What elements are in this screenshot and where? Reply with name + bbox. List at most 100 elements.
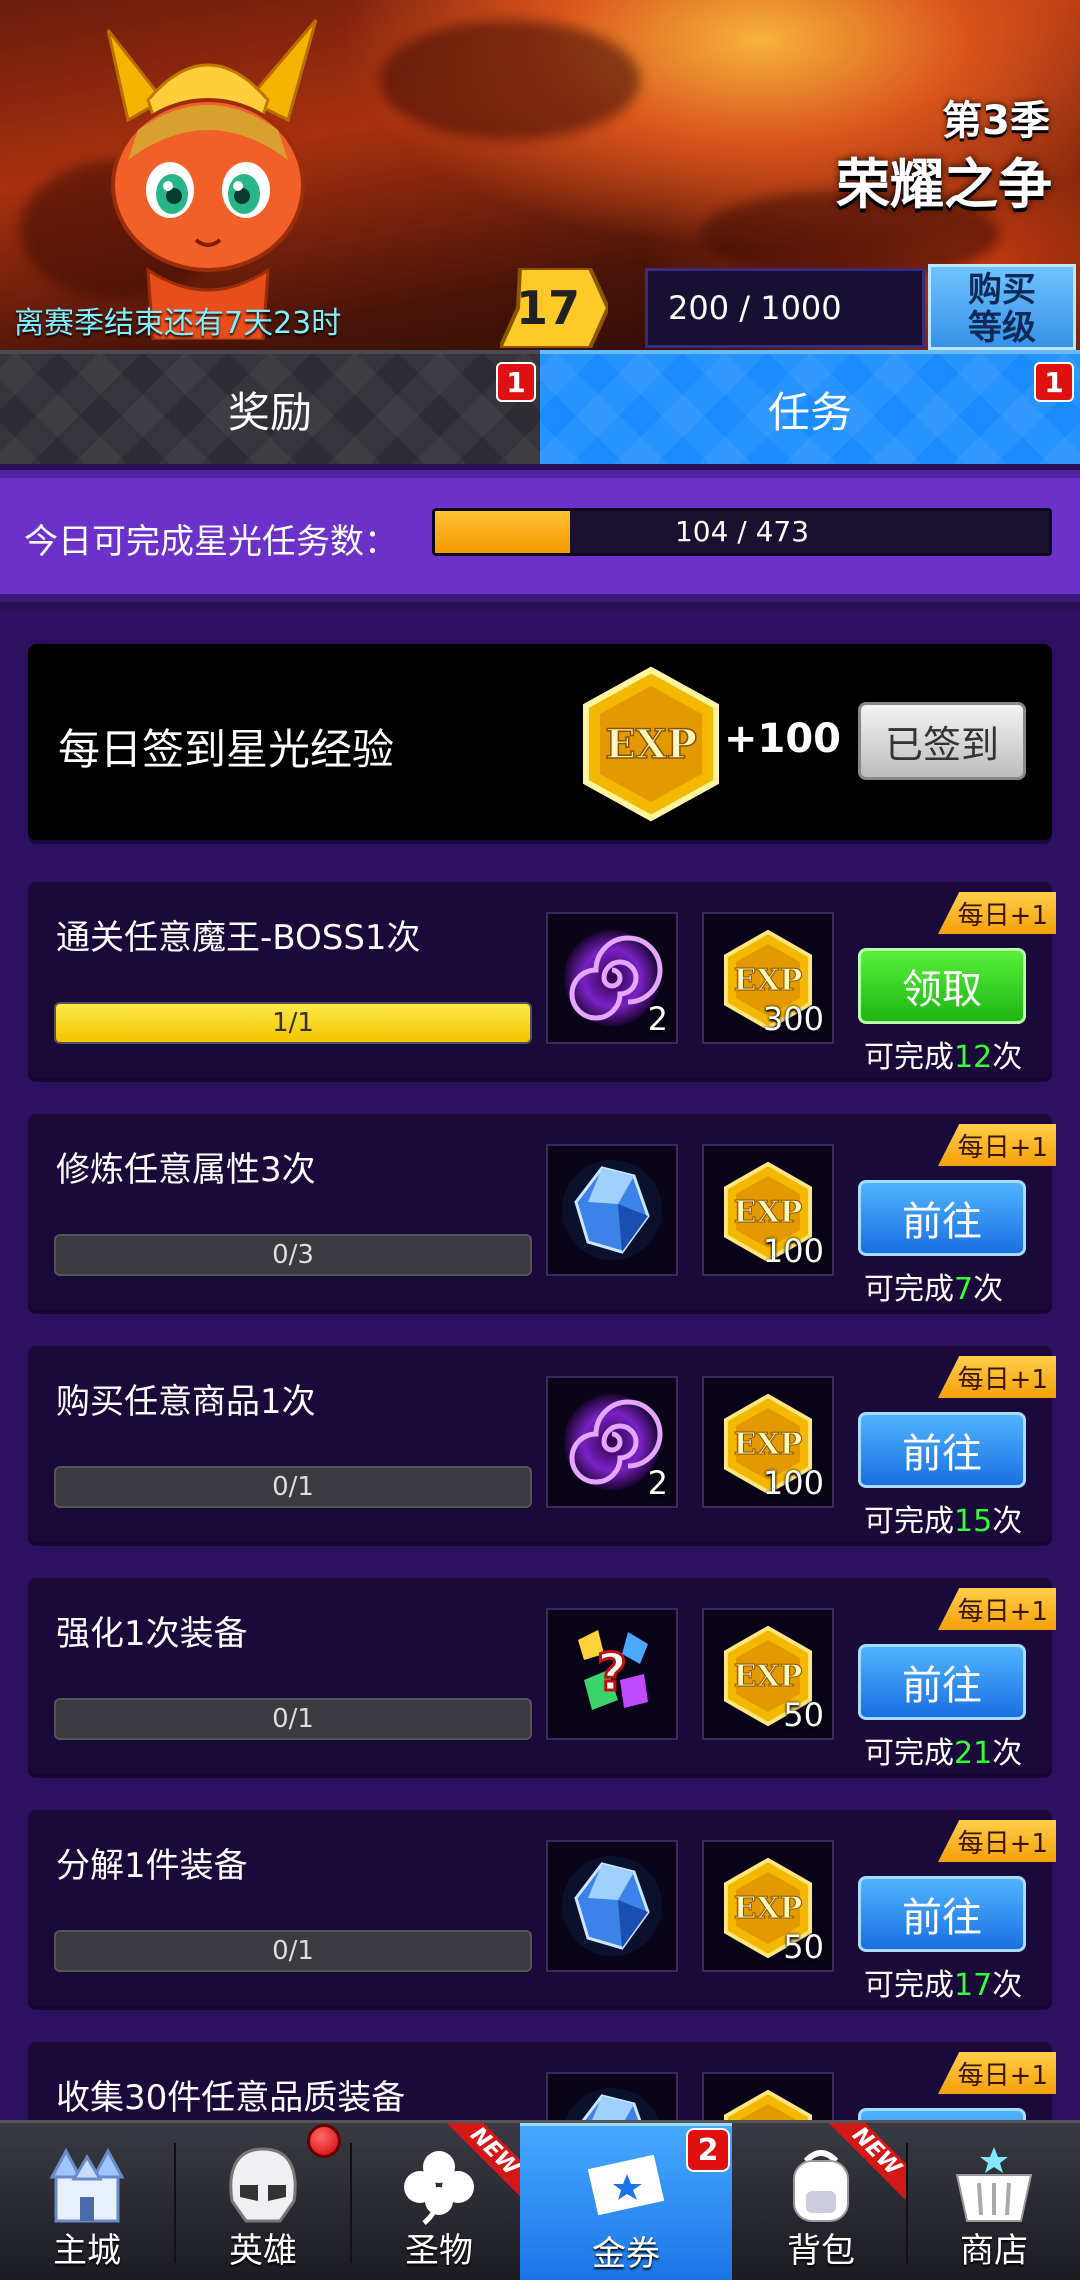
task-card: 每日+1 分解1件装备 0/1 EXP 50 前往 可完成17次 — [28, 1810, 1056, 2006]
reward-exp-slot[interactable]: EXP — [702, 2072, 834, 2120]
tab-rewards[interactable]: 奖励 1 — [0, 350, 540, 464]
svg-text:EXP: EXP — [734, 963, 803, 998]
nav-main-city[interactable]: 主城 — [0, 2123, 174, 2280]
go-button[interactable]: 前往 — [858, 1180, 1026, 1256]
bottom-nav: 主城 英雄 圣物 NEW 金券 背包 NEW 商店 — [0, 2120, 1080, 2280]
task-progress-text: 0/3 — [272, 1240, 314, 1270]
blue-crystal-icon — [562, 1160, 662, 1260]
reward-exp-slot[interactable]: EXP 300 — [702, 912, 834, 1044]
reward-exp-qty: 300 — [762, 1000, 824, 1038]
signin-label: 每日签到星光经验 — [58, 725, 395, 774]
remaining-number: 7 — [954, 1272, 974, 1307]
reward-item-qty: 2 — [647, 1000, 668, 1038]
daily-limit-label: 今日可完成星光任务数： — [24, 522, 398, 562]
reward-exp-qty: 100 — [762, 1232, 824, 1270]
buy-level-button[interactable]: 购买 等级 — [928, 264, 1076, 350]
task-progress-bar: 0/1 — [54, 1466, 532, 1508]
daily-limit-text: 104 / 473 — [674, 515, 810, 548]
xp-text: 200 / 1000 — [668, 289, 842, 327]
nav-heroes-label: 英雄 — [229, 2231, 297, 2271]
signed-in-button[interactable]: 已签到 — [858, 702, 1026, 780]
remaining-number: 21 — [954, 1736, 993, 1771]
remaining-number: 17 — [954, 1968, 993, 2003]
reward-item-slot[interactable]: 2 — [546, 912, 678, 1044]
remaining-count: 可完成15次 — [864, 1504, 1023, 1539]
claim-button[interactable]: 领取 — [858, 948, 1026, 1024]
task-name: 分解1件装备 — [56, 1846, 248, 1886]
tab-tasks-badge: 1 — [1034, 362, 1074, 402]
daily-signin-card: 每日签到星光经验 EXP +100 已签到 — [28, 644, 1052, 840]
daily-limit-bar: 104 / 473 — [432, 508, 1052, 556]
reward-exp-slot[interactable]: EXP 50 — [702, 1840, 834, 1972]
nav-main-city-label: 主城 — [53, 2231, 121, 2271]
task-name: 购买任意商品1次 — [56, 1382, 316, 1422]
reward-exp-slot[interactable]: EXP 100 — [702, 1376, 834, 1508]
svg-text:EXP: EXP — [605, 721, 697, 768]
exp-hexagon-icon: EXP — [583, 666, 719, 822]
season-label: 第3季 — [942, 98, 1050, 144]
task-card: 每日+1 收集30件任意品质装备 EXP — [28, 2042, 1056, 2120]
blue-crystal-icon — [565, 2088, 659, 2120]
task-list[interactable]: 每日签到星光经验 EXP +100 已签到 每日+1 通关任意魔王-BOSS1次 1… — [0, 610, 1080, 2120]
tab-tasks[interactable]: 任务 1 — [540, 350, 1080, 464]
tab-tasks-label: 任务 — [767, 387, 852, 437]
remaining-count: 可完成12次 — [864, 1040, 1023, 1075]
reward-item-slot[interactable]: 2 — [546, 1376, 678, 1508]
ticket-icon — [587, 2154, 665, 2216]
task-progress-text: 0/1 — [272, 1936, 314, 1966]
go-button[interactable]: 前往 — [858, 1644, 1026, 1720]
exp-hexagon-icon: EXP — [724, 2089, 812, 2120]
remaining-number: 12 — [954, 1040, 993, 1075]
daily-plus-one-tag: 每日+1 — [938, 892, 1056, 934]
nav-backpack[interactable]: 背包 NEW — [734, 2123, 908, 2280]
buy-level-label-2: 等级 — [968, 308, 1036, 348]
nav-shop-label: 商店 — [960, 2231, 1028, 2271]
daily-plus-one-tag: 每日+1 — [938, 1820, 1056, 1862]
task-card: 每日+1 强化1次装备 0/1? EXP 50 前往 可完成21次 — [28, 1578, 1056, 1774]
task-card: 每日+1 购买任意商品1次 0/1 2 EXP 100 前往可完成15次 — [28, 1346, 1056, 1542]
basket-icon — [955, 2147, 1033, 2222]
buy-level-label-1: 购买 — [968, 270, 1036, 310]
nav-vouchers-label: 金券 — [592, 2234, 660, 2274]
task-progress-bar: 0/1 — [54, 1930, 532, 1972]
new-ribbon: NEW — [824, 2123, 908, 2207]
season-title: 荣耀之争 — [836, 153, 1052, 216]
hero-helmet-icon — [229, 2147, 297, 2223]
mystery-gems-icon: ? — [578, 1630, 648, 1710]
task-progress-bar: 0/3 — [54, 1234, 532, 1276]
task-progress-bar: 0/1 — [54, 1698, 532, 1740]
daily-task-limit: 今日可完成星光任务数： 104 / 473 — [0, 470, 1080, 602]
task-name: 强化1次装备 — [56, 1614, 248, 1654]
task-name: 修炼任意属性3次 — [56, 1150, 316, 1190]
blue-crystal-icon — [562, 1856, 662, 1956]
new-ribbon: NEW — [442, 2123, 526, 2207]
heroes-notification-dot — [307, 2124, 341, 2158]
task-name: 通关任意魔王-BOSS1次 — [56, 918, 421, 958]
remaining-number: 15 — [954, 1504, 993, 1539]
season-countdown: 离赛季结束还有7天23时 — [14, 306, 342, 341]
reward-exp-slot[interactable]: EXP 50 — [702, 1608, 834, 1740]
castle-icon — [49, 2147, 125, 2223]
go-button[interactable] — [858, 2108, 1026, 2120]
daily-plus-one-tag: 每日+1 — [938, 1356, 1056, 1398]
tab-rewards-label: 奖励 — [227, 387, 312, 437]
nav-backpack-label: 背包 — [787, 2231, 855, 2271]
reward-exp-slot[interactable]: EXP 100 — [702, 1144, 834, 1276]
svg-text:EXP: EXP — [734, 1891, 803, 1926]
task-progress-text: 1/1 — [272, 1008, 314, 1038]
svg-text:EXP: EXP — [734, 1659, 803, 1694]
daily-plus-one-tag: 每日+1 — [938, 2052, 1056, 2094]
nav-shop[interactable]: 商店 — [908, 2123, 1080, 2280]
mascot-character — [106, 19, 318, 340]
go-button[interactable]: 前往 — [858, 1876, 1026, 1952]
go-button[interactable]: 前往 — [858, 1412, 1026, 1488]
nav-relics[interactable]: 圣物 NEW — [352, 2123, 526, 2280]
reward-item-slot[interactable] — [546, 2072, 678, 2120]
task-progress-text: 0/1 — [272, 1704, 314, 1734]
reward-exp-qty: 50 — [783, 1696, 824, 1734]
xp-bar: 200 / 1000 — [645, 268, 925, 348]
task-card: 每日+1 修炼任意属性3次 0/3 EXP 100 前往 可完成7次 — [28, 1114, 1056, 1310]
reward-item-slot[interactable] — [546, 1144, 678, 1276]
reward-item-slot[interactable] — [546, 1840, 678, 1972]
reward-item-slot[interactable]: ? — [546, 1608, 678, 1740]
